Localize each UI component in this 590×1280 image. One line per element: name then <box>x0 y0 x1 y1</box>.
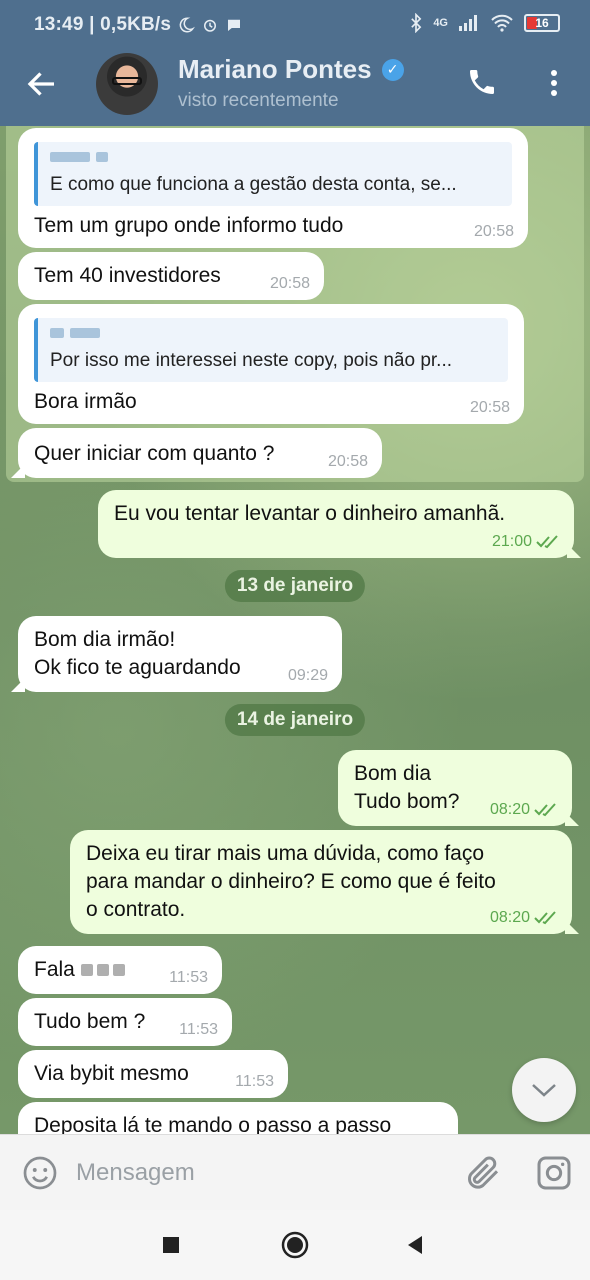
scroll-down-button[interactable] <box>512 1058 576 1122</box>
back-triangle-icon[interactable] <box>400 1230 430 1260</box>
alarm-icon <box>204 19 217 32</box>
incoming-message[interactable]: Tudo bem ? 11:53 <box>18 998 232 1046</box>
attach-icon[interactable] <box>462 1153 502 1193</box>
read-checks-icon <box>534 803 556 817</box>
verified-badge-icon: ✓ <box>381 58 404 81</box>
message-text: Bora irmão <box>34 390 137 413</box>
chat-area[interactable]: E como que funciona a gestão desta conta… <box>0 126 590 1134</box>
read-checks-icon <box>536 535 558 549</box>
message-time: 20:58 <box>269 275 310 292</box>
message-time-text: 08:20 <box>489 801 530 818</box>
incoming-message[interactable]: Bom dia irmão! Ok fico te aguardando 09:… <box>18 616 342 692</box>
network-type: 4G <box>433 17 448 29</box>
message-text: Fala <box>34 958 75 981</box>
wifi-icon <box>491 14 513 32</box>
message-time: 20:58 <box>327 453 368 470</box>
message-time: 11:53 <box>169 969 208 986</box>
chat-bubble-icon <box>228 19 241 31</box>
incoming-message[interactable]: Fala 11:53 <box>18 946 222 994</box>
date-separator: 13 de janeiro <box>224 570 366 602</box>
outgoing-message[interactable]: Deixa eu tirar mais uma dúvida, como faç… <box>70 830 572 934</box>
moon-icon <box>179 17 196 33</box>
signal-icon <box>459 15 477 31</box>
message-text-line3: o contrato. <box>86 898 186 921</box>
incoming-message[interactable]: E como que funciona a gestão desta conta… <box>18 128 528 248</box>
message-time-text: 08:20 <box>489 909 530 926</box>
contact-status: visto recentemente <box>178 90 339 111</box>
incoming-message[interactable]: Via bybit mesmo 11:53 <box>18 1050 288 1098</box>
message-time: 20:58 <box>473 223 514 240</box>
reply-text: E como que funciona a gestão desta conta… <box>50 174 457 195</box>
reply-text: Por isso me interessei neste copy, pois … <box>50 350 453 371</box>
message-time-text: 21:00 <box>491 533 532 550</box>
reply-preview[interactable]: E como que funciona a gestão desta conta… <box>34 142 512 206</box>
incoming-message[interactable]: Quer iniciar com quanto ? 20:58 <box>18 428 382 478</box>
message-time: 08:20 <box>490 910 558 926</box>
bluetooth-icon <box>411 13 422 33</box>
emoji-icon[interactable] <box>22 1155 58 1191</box>
outgoing-message[interactable]: Eu vou tentar levantar o dinheiro amanhã… <box>98 490 574 558</box>
message-text-line1: Bom dia <box>354 762 432 785</box>
message-text: Deposita lá te mando o passo a passo <box>34 1114 392 1134</box>
camera-icon[interactable] <box>534 1153 574 1193</box>
phone-call-icon[interactable] <box>466 66 498 98</box>
message-time: 09:29 <box>287 667 328 684</box>
status-time-text: 13:49 | 0,5KB/s <box>34 14 172 35</box>
message-time: 11:53 <box>179 1021 218 1038</box>
incoming-message[interactable]: Deposita lá te mando o passo a passo <box>18 1102 458 1134</box>
reply-preview[interactable]: Por isso me interessei neste copy, pois … <box>34 318 508 382</box>
battery-icon: 16 <box>524 14 560 32</box>
avatar[interactable] <box>96 53 158 115</box>
status-time-speed: 13:49 | 0,5KB/s <box>34 14 243 36</box>
redacted-name <box>80 956 129 984</box>
recent-apps-icon[interactable] <box>156 1230 186 1260</box>
message-text: Eu vou tentar levantar o dinheiro amanhã… <box>114 502 506 525</box>
message-time: 08:20 <box>490 802 558 818</box>
message-input-bar <box>0 1134 590 1210</box>
incoming-message[interactable]: Tem 40 investidores 20:58 <box>18 252 324 300</box>
message-text: Quer iniciar com quanto ? <box>34 442 275 465</box>
message-text-line2: Ok fico te aguardando <box>34 656 241 679</box>
message-text-line1: Deixa eu tirar mais uma dúvida, como faç… <box>86 842 485 865</box>
chat-header: Mariano Pontes ✓ visto recentemente <box>0 50 590 126</box>
status-icons: 4G 16 <box>409 13 560 33</box>
message-text: Tem um grupo onde informo tudo <box>34 214 344 237</box>
read-checks-icon <box>534 911 556 925</box>
chevron-down-icon <box>532 1084 556 1097</box>
message-time: 20:58 <box>469 399 510 416</box>
message-time: 11:53 <box>235 1073 274 1090</box>
status-bar: 13:49 | 0,5KB/s 4G 16 <box>0 0 590 50</box>
outgoing-message[interactable]: Bom dia Tudo bom? 08:20 <box>338 750 572 826</box>
message-text-line1: Bom dia irmão! <box>34 628 176 651</box>
message-time: 21:00 <box>492 534 560 550</box>
message-text: Tem 40 investidores <box>34 264 221 287</box>
back-arrow-icon[interactable] <box>24 66 60 102</box>
date-separator: 14 de janeiro <box>224 704 366 736</box>
battery-level: 16 <box>535 16 549 30</box>
incoming-message[interactable]: Por isso me interessei neste copy, pois … <box>18 304 524 424</box>
more-options-icon[interactable] <box>544 68 564 98</box>
home-icon[interactable] <box>280 1230 310 1260</box>
contact-title[interactable]: Mariano Pontes ✓ <box>178 54 404 85</box>
message-input[interactable] <box>76 1153 446 1193</box>
message-text-line2: para mandar o dinheiro? E como que é fei… <box>86 870 496 893</box>
contact-name: Mariano Pontes <box>178 54 372 84</box>
system-nav-bar <box>0 1210 590 1280</box>
